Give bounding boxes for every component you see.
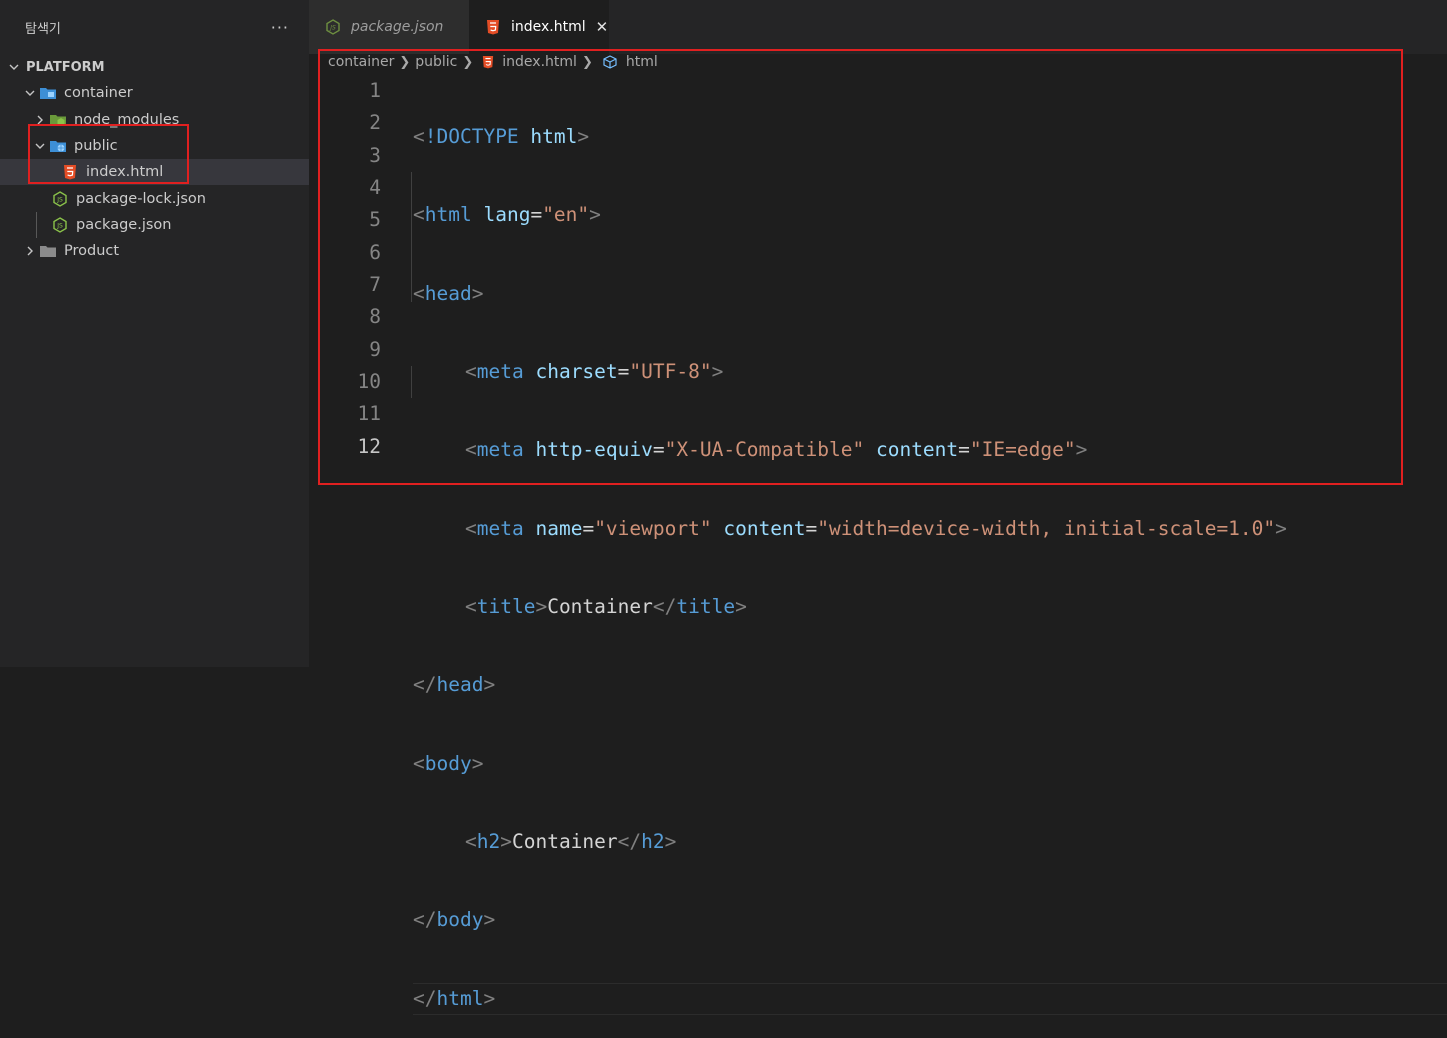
code-line: <title>Container</title> <box>465 595 747 619</box>
tree-item-label: Product <box>64 243 120 260</box>
explorer-header: 탐색기 ··· <box>0 0 309 54</box>
tree-item-product[interactable]: Product <box>0 238 309 264</box>
svg-text:JS: JS <box>329 25 336 32</box>
highlight-box-sidebar <box>28 124 189 184</box>
html-file-icon <box>483 19 503 35</box>
tree-item-package-lock-json[interactable]: JS package-lock.json <box>0 185 309 211</box>
tree-root-platform[interactable]: PLATFORM <box>0 54 309 80</box>
tree-root-label: PLATFORM <box>26 59 105 75</box>
close-icon[interactable]: ✕ <box>596 18 609 36</box>
tree-item-label: container <box>64 85 133 102</box>
tree-item-label: package-lock.json <box>76 190 206 207</box>
indent-guide <box>36 212 37 238</box>
folder-container-icon <box>38 85 58 101</box>
highlight-box-editor <box>318 49 1403 485</box>
svg-text:JS: JS <box>56 222 63 229</box>
code-line: <h2>Container</h2> <box>465 830 677 854</box>
code-line: </body> <box>413 908 496 932</box>
nodejs-file-icon: JS <box>50 190 70 207</box>
svg-text:JS: JS <box>56 196 63 203</box>
nodejs-file-icon: JS <box>50 217 70 233</box>
chevron-down-icon <box>6 61 22 73</box>
tab-package-json[interactable]: JS package.json <box>309 0 469 54</box>
tab-label: package.json <box>351 19 444 35</box>
nodejs-file-icon: JS <box>323 19 343 35</box>
chevron-down-icon <box>22 87 38 99</box>
tab-index-html[interactable]: index.html ✕ <box>469 0 609 54</box>
tab-label: index.html <box>511 19 586 35</box>
tree-item-label: package.json <box>76 216 172 233</box>
code-line: <body> <box>413 751 484 775</box>
tree-item-package-json[interactable]: JS package.json <box>0 212 309 238</box>
folder-icon <box>38 243 58 259</box>
explorer-sidebar: 탐색기 ··· PLATFORM container node_modules … <box>0 0 309 667</box>
chevron-right-icon <box>22 245 38 257</box>
more-actions-button[interactable]: ··· <box>271 18 289 37</box>
code-line-current: </html> <box>413 982 1447 1016</box>
code-line: </head> <box>413 673 496 697</box>
code-line: <meta name="viewport" content="width=dev… <box>465 516 1287 540</box>
tree-item-container[interactable]: container <box>0 80 309 106</box>
tab-bar: JS package.json index.html ✕ <box>309 0 1447 54</box>
explorer-title: 탐색기 <box>25 21 61 37</box>
